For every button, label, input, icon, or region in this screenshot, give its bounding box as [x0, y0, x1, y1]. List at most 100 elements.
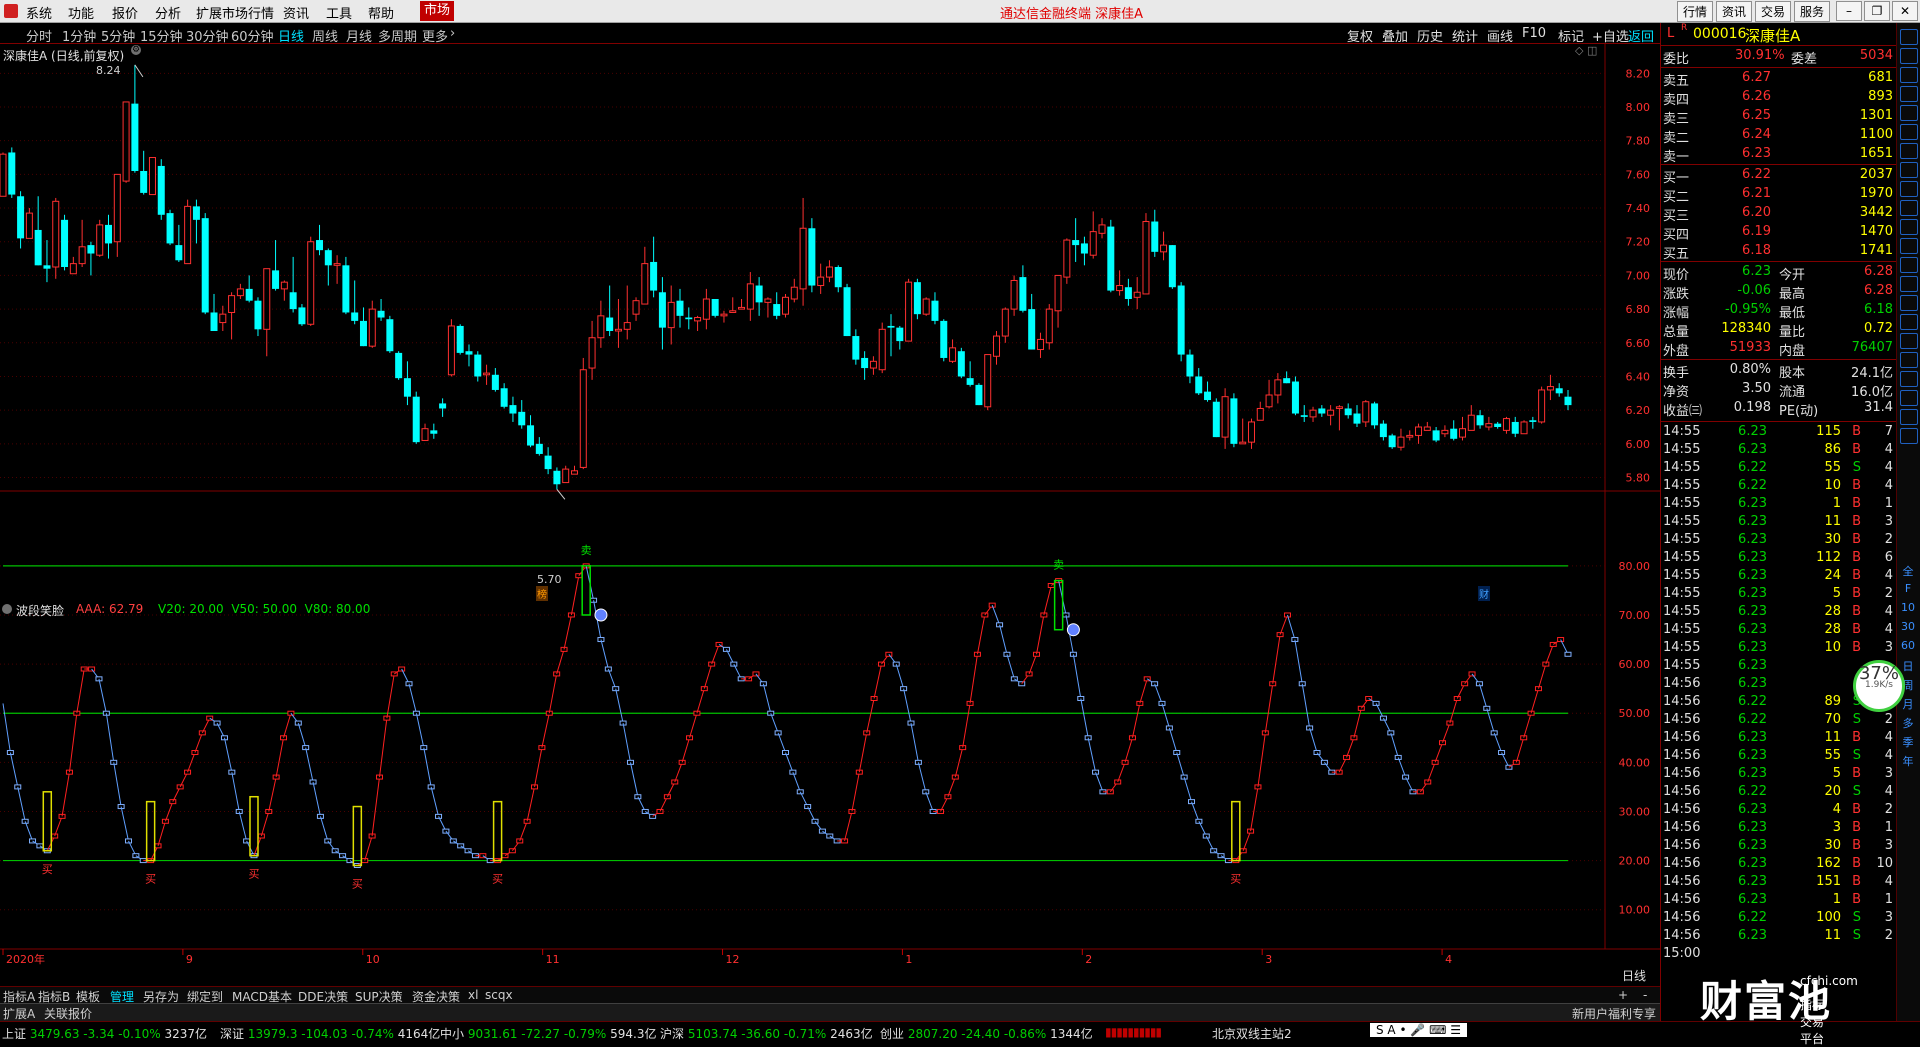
candle-body [140, 171, 148, 193]
sidebar-period-3[interactable]: 30 [1900, 620, 1916, 633]
sidebar-tool-icon[interactable] [1900, 143, 1918, 159]
sidebar-tool-icon[interactable] [1900, 238, 1918, 254]
server-station[interactable]: 北京双线主站2 [1212, 1025, 1292, 1042]
close-icon[interactable]: ✕ [1892, 1, 1918, 21]
chart-area[interactable]: 8.20 8.00 7.80 7.60 7.40 7.20 7.00 6.80 6.60 6.40… [0, 43, 1660, 987]
sidebar-tool-icon[interactable] [1900, 276, 1918, 292]
sidebar-period-0[interactable]: 全 [1900, 563, 1916, 579]
tick-price: 6.23 [1738, 424, 1767, 439]
sidebar-tool-icon[interactable] [1900, 352, 1918, 368]
index-chinext[interactable]: 创业 2807.20 -24.40 -0.86% 1344亿 [880, 1025, 1093, 1042]
tab-scqx[interactable]: scqx [485, 988, 513, 1002]
sidebar-tool-icon[interactable] [1900, 200, 1918, 216]
sidebar-period-2[interactable]: 10 [1900, 601, 1916, 614]
index-shanghai[interactable]: 上证 3479.63 -3.34 -0.10% 3237亿 [2, 1025, 207, 1042]
sidebar-period-5[interactable]: 日 [1900, 658, 1916, 674]
sidebar-tool-icon[interactable] [1900, 105, 1918, 121]
sidebar-tool-icon[interactable] [1900, 428, 1918, 444]
sidebar-period-4[interactable]: 60 [1900, 639, 1916, 652]
tick-price: 6.23 [1738, 856, 1767, 871]
tick-time: 14:55 [1663, 604, 1701, 619]
chart-mode-icons[interactable]: ◇ ◫ [1575, 44, 1597, 57]
network-speed-gauge[interactable]: 37% 1.9K/s [1853, 660, 1905, 712]
ext-tab-a[interactable]: 扩展A [3, 1005, 35, 1022]
tick-row: 14:55 6.23 1 B 1 [1661, 495, 1897, 514]
zoom-in-icon[interactable]: + [1618, 988, 1628, 1002]
index-sme[interactable]: 中小 9031.61 -72.27 -0.79% 594.3亿 [440, 1025, 656, 1042]
sidebar-tool-icon[interactable] [1900, 295, 1918, 311]
sidebar-tool-icon[interactable] [1900, 124, 1918, 140]
tick-volume: 151 [1816, 874, 1841, 889]
tick-count: 4 [1884, 460, 1893, 475]
fund-label: 股本 [1779, 366, 1806, 381]
tick-side: B [1852, 802, 1861, 817]
menu-item-tools[interactable]: 工具 [326, 3, 352, 22]
input-method-icon[interactable]: S A • 🎤 ⌨ ☰ [1370, 1023, 1467, 1037]
wave-segment [105, 713, 115, 763]
sidebar-tool-icon[interactable] [1900, 67, 1918, 83]
menu-item-market[interactable]: 市场 [420, 1, 455, 21]
menu-item-quote[interactable]: 报价 [112, 3, 138, 22]
index-hs300[interactable]: 沪深 5103.74 -36.60 -0.71% 2463亿 [660, 1025, 873, 1042]
chart-settings-icon[interactable]: ⚙ [131, 45, 141, 55]
candle-body [1195, 376, 1203, 394]
sidebar-tool-icon[interactable] [1900, 409, 1918, 425]
sidebar-period-9[interactable]: 季 [1900, 734, 1916, 750]
index-shenzhen[interactable]: 深证 13979.3 -104.03 -0.74% 4164亿 [220, 1025, 440, 1042]
indicator-title[interactable]: 波段笑脸 [16, 602, 64, 619]
sidebar-tool-icon[interactable] [1900, 333, 1918, 349]
chevron-right-icon[interactable]: › [450, 26, 455, 41]
sidebar-period-1[interactable]: F [1900, 582, 1916, 595]
sidebar-tool-icon[interactable] [1900, 48, 1918, 64]
wave-segment [1287, 614, 1296, 640]
sidebar-tool-icon[interactable] [1900, 86, 1918, 102]
quote-button[interactable]: 行情 [1676, 1, 1713, 22]
tab-xl[interactable]: xl [468, 988, 478, 1002]
candle-body [245, 288, 253, 301]
kline-chart-svg[interactable]: 8.20 8.00 7.80 7.60 7.40 7.20 7.00 6.80 6.60 6.40… [0, 43, 1660, 987]
wave-segment [1139, 678, 1148, 704]
high-pointer [134, 64, 144, 78]
candle-body [1186, 354, 1194, 377]
sidebar-tool-icon[interactable] [1900, 390, 1918, 406]
tick-time: 14:56 [1663, 766, 1701, 781]
indicator-settings-icon[interactable] [2, 604, 12, 614]
bid-price: 6.22 [1742, 167, 1771, 182]
promo-link[interactable]: 新用户福利专享 [1572, 1005, 1656, 1022]
minimize-icon[interactable]: – [1836, 1, 1862, 21]
sidebar-tool-icon[interactable] [1900, 219, 1918, 235]
menu-item-info[interactable]: 资讯 [283, 3, 309, 22]
sidebar-tool-icon[interactable] [1900, 29, 1918, 45]
sidebar-tool-icon[interactable] [1900, 314, 1918, 330]
sidebar-tool-icon[interactable] [1900, 162, 1918, 178]
info-button[interactable]: 资讯 [1715, 1, 1752, 22]
menu-item-help[interactable]: 帮助 [368, 3, 394, 22]
sidebar-tool-icon[interactable] [1900, 371, 1918, 387]
zoom-out-icon[interactable]: - [1643, 988, 1647, 1002]
candle-body [386, 319, 394, 352]
finance-marker[interactable]: 财 [1478, 586, 1490, 601]
tick-count: 4 [1884, 568, 1893, 583]
menu-item-system[interactable]: 系统 [26, 3, 52, 22]
candle-body [1098, 224, 1106, 234]
stat-label: 量比 [1779, 325, 1806, 340]
sidebar-period-7[interactable]: 月 [1900, 696, 1916, 712]
sidebar-period-10[interactable]: 年 [1900, 753, 1916, 769]
wave-segment [1390, 732, 1399, 758]
price-tick-label: 6.60 [1626, 337, 1651, 350]
menu-item-function[interactable]: 功能 [68, 3, 94, 22]
sidebar-tool-icon[interactable] [1900, 257, 1918, 273]
candle-body [439, 403, 447, 409]
menu-item-analysis[interactable]: 分析 [155, 3, 181, 22]
sidebar-tool-icon[interactable] [1900, 181, 1918, 197]
candle-body [1230, 398, 1238, 444]
trade-button[interactable]: 交易 [1754, 1, 1791, 22]
menu-item-extended-market[interactable]: 扩展市场行情 [196, 3, 274, 22]
rank-marker[interactable]: 榜 [536, 586, 548, 601]
buy-signal-bar [42, 791, 53, 852]
restore-icon[interactable]: ❐ [1864, 1, 1890, 21]
ext-tab-related[interactable]: 关联报价 [44, 1005, 92, 1022]
sidebar-period-8[interactable]: 多 [1900, 715, 1916, 731]
f10-button[interactable]: F10 [1522, 26, 1546, 41]
service-button[interactable]: 服务 [1793, 1, 1830, 22]
